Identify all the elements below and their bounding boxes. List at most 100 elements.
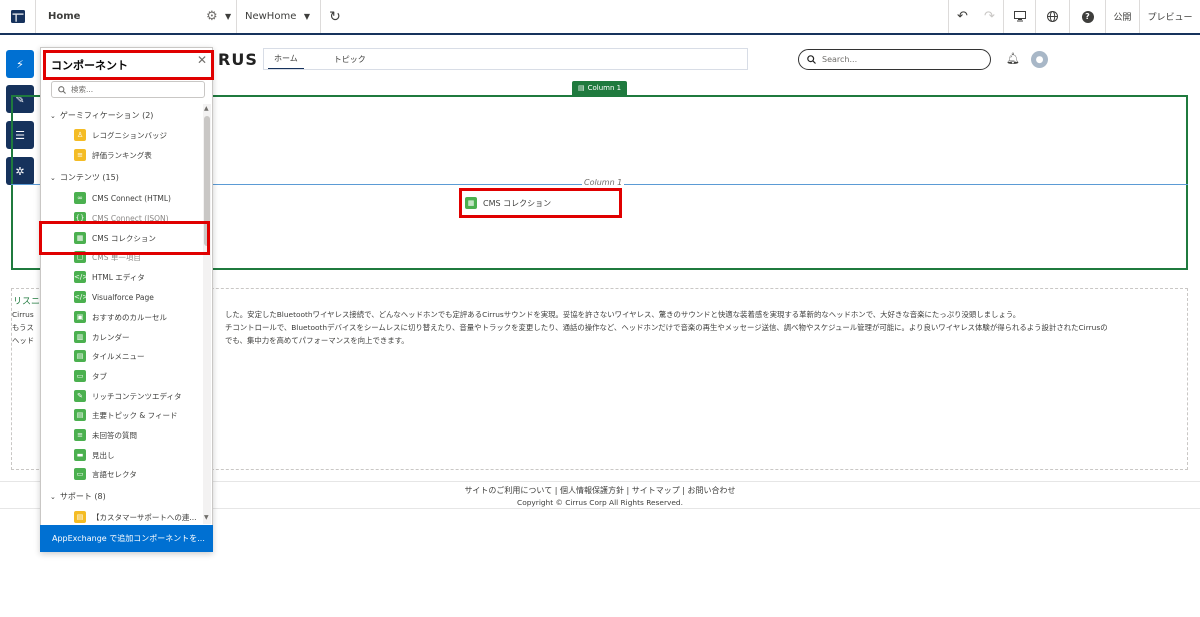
component-item[interactable]: </> Visualforce Page [74,291,154,303]
calendar-icon: ▥ [74,331,86,343]
highlight-cms-collection [39,221,210,255]
builder-toolbar: Home ⚙ ▼ NewHome ▼ ↻ ↶ ↷ ? 公開 プレビュー [0,0,1200,35]
rich-editor-icon: ✎ [74,390,86,402]
chevron-down-icon[interactable]: ▼ [225,12,231,21]
refresh-button[interactable]: ↻ [321,0,349,33]
redo-button[interactable]: ↷ [976,0,1004,33]
cms-connect-icon: ∞ [74,192,86,204]
component-label: 見出し [92,450,115,460]
chevron-down-icon: ⌄ [50,112,56,120]
search-icon [58,85,66,94]
chevron-down-icon: ⌄ [50,174,56,182]
chevron-down-icon: ▼ [303,12,310,21]
chevron-down-icon: ⌄ [50,493,56,501]
carousel-icon: ▣ [74,311,86,323]
scroll-down-icon[interactable]: ▼ [204,514,209,521]
ranking-icon: ≡ [74,149,86,161]
component-item[interactable]: ≡ 評価ランキング表 [74,149,152,161]
nav-topic[interactable]: トピック [328,54,372,69]
code-icon: </> [74,271,89,283]
group-gamification[interactable]: ⌄ ゲーミフィケーション (2) [50,110,153,121]
rich-line-2: チコントロールで、Bluetoothデバイスをシームレスに切り替えたり、音量やト… [225,323,1108,332]
group-label: サポート (8) [59,492,106,501]
close-icon[interactable]: ✕ [197,53,207,67]
question-list-icon: ≡ [74,429,86,441]
version-selector[interactable]: NewHome ▼ [237,0,321,33]
dropped-cms-collection[interactable]: ▦ CMS コレクション [459,188,622,218]
component-item[interactable]: ▥ カレンダー [74,331,130,343]
component-item[interactable]: ♙ レコグニションバッジ [74,129,167,141]
device-view-button[interactable] [1004,0,1036,33]
avatar-icon[interactable]: ● [1031,51,1048,68]
column-placeholder-label: Column 1 [582,178,625,187]
page-name: Home [48,11,81,22]
component-label: リッチコンテンツエディタ [92,391,182,401]
undo-icon: ↶ [957,9,968,24]
group-label: ゲーミフィケーション (2) [59,111,154,120]
component-label: 未回答の質問 [92,430,137,440]
panel-scrollbar[interactable]: ▲ ▼ [203,104,211,524]
component-item[interactable]: ∞ CMS Connect (HTML) [74,192,171,204]
nav-home[interactable]: ホーム [268,53,304,69]
rich-heading: リスニ [13,297,41,307]
site-nav: ホーム トピック [263,48,748,70]
grid-icon: ▦ [465,197,477,209]
component-label: HTML エディタ [92,272,145,282]
globe-icon [1047,11,1058,22]
version-name: NewHome [245,11,297,22]
publish-button[interactable]: 公開 [1106,0,1140,33]
page-selector[interactable]: Home ⚙ ▼ [36,0,237,33]
component-label: おすすめのカルーセル [92,312,167,322]
scroll-up-icon[interactable]: ▲ [204,105,209,112]
component-item[interactable]: ▣ おすすめのカルーセル [74,311,167,323]
component-search-placeholder: 検索... [71,85,94,94]
code-icon: </> [74,291,89,303]
rich-line-1: した。安定したBluetoothワイヤレス接続で、どんなヘッドホンでも定評あるC… [225,310,1021,319]
tab-icon: ▭ [74,370,86,382]
preview-button[interactable]: プレビュー [1140,0,1200,33]
column-badge[interactable]: ▤ Column 1 [572,81,628,95]
appexchange-link[interactable]: AppExchange で追加コンポーネントを... [40,525,213,552]
site-search-placeholder: Search... [822,55,858,64]
component-item[interactable]: ▤ 【カスタマーサポートへの連... [74,511,197,523]
bell-icon[interactable]: 🔔︎ [1006,52,1020,65]
search-icon [807,55,816,64]
group-content[interactable]: ⌄ コンテンツ (15) [50,172,119,183]
column-icon: ▤ [578,84,585,92]
feed-icon: ▤ [74,409,86,421]
desktop-icon [1013,11,1026,22]
document-icon: ▤ [74,511,86,523]
component-item[interactable]: ▬ 見出し [74,449,115,461]
refresh-icon: ↻ [329,8,341,25]
component-item[interactable]: ▭ 言語セレクタ [74,468,137,480]
help-button[interactable]: ? [1070,0,1106,33]
component-item[interactable]: ▤ タイルメニュー [74,350,145,362]
component-label: タブ [92,371,107,381]
component-label: 言語セレクタ [92,469,137,479]
language-button[interactable] [1036,0,1070,33]
site-search-input[interactable]: Search... [798,49,991,70]
tile-menu-icon: ▤ [74,350,86,362]
components-rail-button[interactable]: ⚡ [6,50,34,78]
component-item[interactable]: ✎ リッチコンテンツエディタ [74,390,181,402]
component-search-input[interactable]: 検索... [51,81,205,98]
component-label: カレンダー [92,332,130,342]
gear-icon[interactable]: ⚙ [206,9,218,24]
heading-icon: ▬ [74,449,86,461]
component-item[interactable]: ▭ タブ [74,370,107,382]
help-icon: ? [1081,10,1094,23]
component-item[interactable]: ▤ 主要トピック & フィード [74,409,177,421]
component-label: CMS Connect (HTML) [92,193,171,203]
component-label: 評価ランキング表 [92,150,152,160]
component-label: 主要トピック & フィード [92,410,178,420]
app-grid-button[interactable] [0,0,36,33]
component-item[interactable]: </> HTML エディタ [74,271,145,283]
badge-icon: ♙ [74,129,86,141]
component-label: Visualforce Page [92,292,154,302]
component-label: 【カスタマーサポートへの連... [92,512,197,522]
group-support[interactable]: ⌄ サポート (8) [50,491,106,502]
language-icon: ▭ [74,468,86,480]
undo-button[interactable]: ↶ [948,0,976,33]
component-item[interactable]: ≡ 未回答の質問 [74,429,137,441]
component-list: ⌄ ゲーミフィケーション (2) ♙ レコグニションバッジ ≡ 評価ランキング表 ⌄ コ… [40,104,203,524]
